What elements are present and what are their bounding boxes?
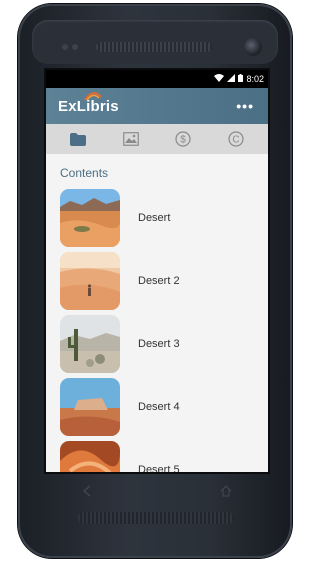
status-time: 8:02	[246, 74, 264, 84]
phone-frame: 8:02 ExLibris ••• $ C Contents Desert De…	[18, 4, 292, 558]
thumbnail-desert-2	[60, 252, 120, 310]
list-item[interactable]: Desert 4	[60, 377, 268, 437]
tab-images[interactable]	[117, 128, 145, 150]
back-icon[interactable]	[82, 484, 92, 500]
status-bar: 8:02	[46, 70, 268, 88]
list-item[interactable]: Desert	[60, 188, 268, 248]
list-item[interactable]: Desert 2	[60, 251, 268, 311]
folder-icon	[70, 132, 87, 146]
home-icon[interactable]	[220, 484, 232, 500]
app-bar: ExLibris •••	[46, 88, 268, 124]
hardware-nav	[18, 480, 292, 510]
tab-bar: $ C	[46, 124, 268, 154]
sensor-dot	[62, 44, 68, 50]
item-label: Desert 3	[138, 338, 180, 350]
dollar-circle-icon: $	[175, 131, 191, 147]
tab-copyright[interactable]: C	[222, 128, 250, 150]
signal-icon	[227, 74, 236, 84]
thumbnail-desert-4	[60, 378, 120, 436]
logo-arc-icon	[84, 91, 102, 101]
item-label: Desert 4	[138, 401, 180, 413]
svg-text:$: $	[180, 135, 186, 146]
list-item[interactable]: Desert 3	[60, 314, 268, 374]
item-label: Desert 5	[138, 464, 180, 474]
screen: 8:02 ExLibris ••• $ C Contents Desert De…	[44, 68, 270, 474]
section-title: Contents	[60, 166, 109, 180]
contents-list: Contents Desert Desert 2 Desert 3 Desert…	[46, 154, 268, 474]
more-menu-button[interactable]: •••	[230, 98, 260, 114]
tab-contents[interactable]	[64, 128, 92, 150]
battery-icon	[238, 74, 244, 84]
thumbnail-desert-5	[60, 441, 120, 472]
image-icon	[122, 132, 139, 146]
bottom-speaker-grille	[78, 512, 234, 524]
speaker-grille	[96, 42, 212, 52]
item-label: Desert 2	[138, 275, 180, 287]
tab-pricing[interactable]: $	[169, 128, 197, 150]
wifi-icon	[214, 74, 225, 84]
exlibris-logo: ExLibris	[58, 91, 119, 115]
sensor-dot	[72, 44, 78, 50]
thumbnail-desert-3	[60, 315, 120, 373]
item-label: Desert	[138, 212, 171, 224]
front-camera	[244, 38, 262, 56]
thumbnail-desert	[60, 189, 120, 247]
list-item[interactable]: Desert 5	[60, 440, 268, 474]
svg-text:C: C	[232, 135, 239, 146]
copyright-icon: C	[228, 131, 244, 147]
